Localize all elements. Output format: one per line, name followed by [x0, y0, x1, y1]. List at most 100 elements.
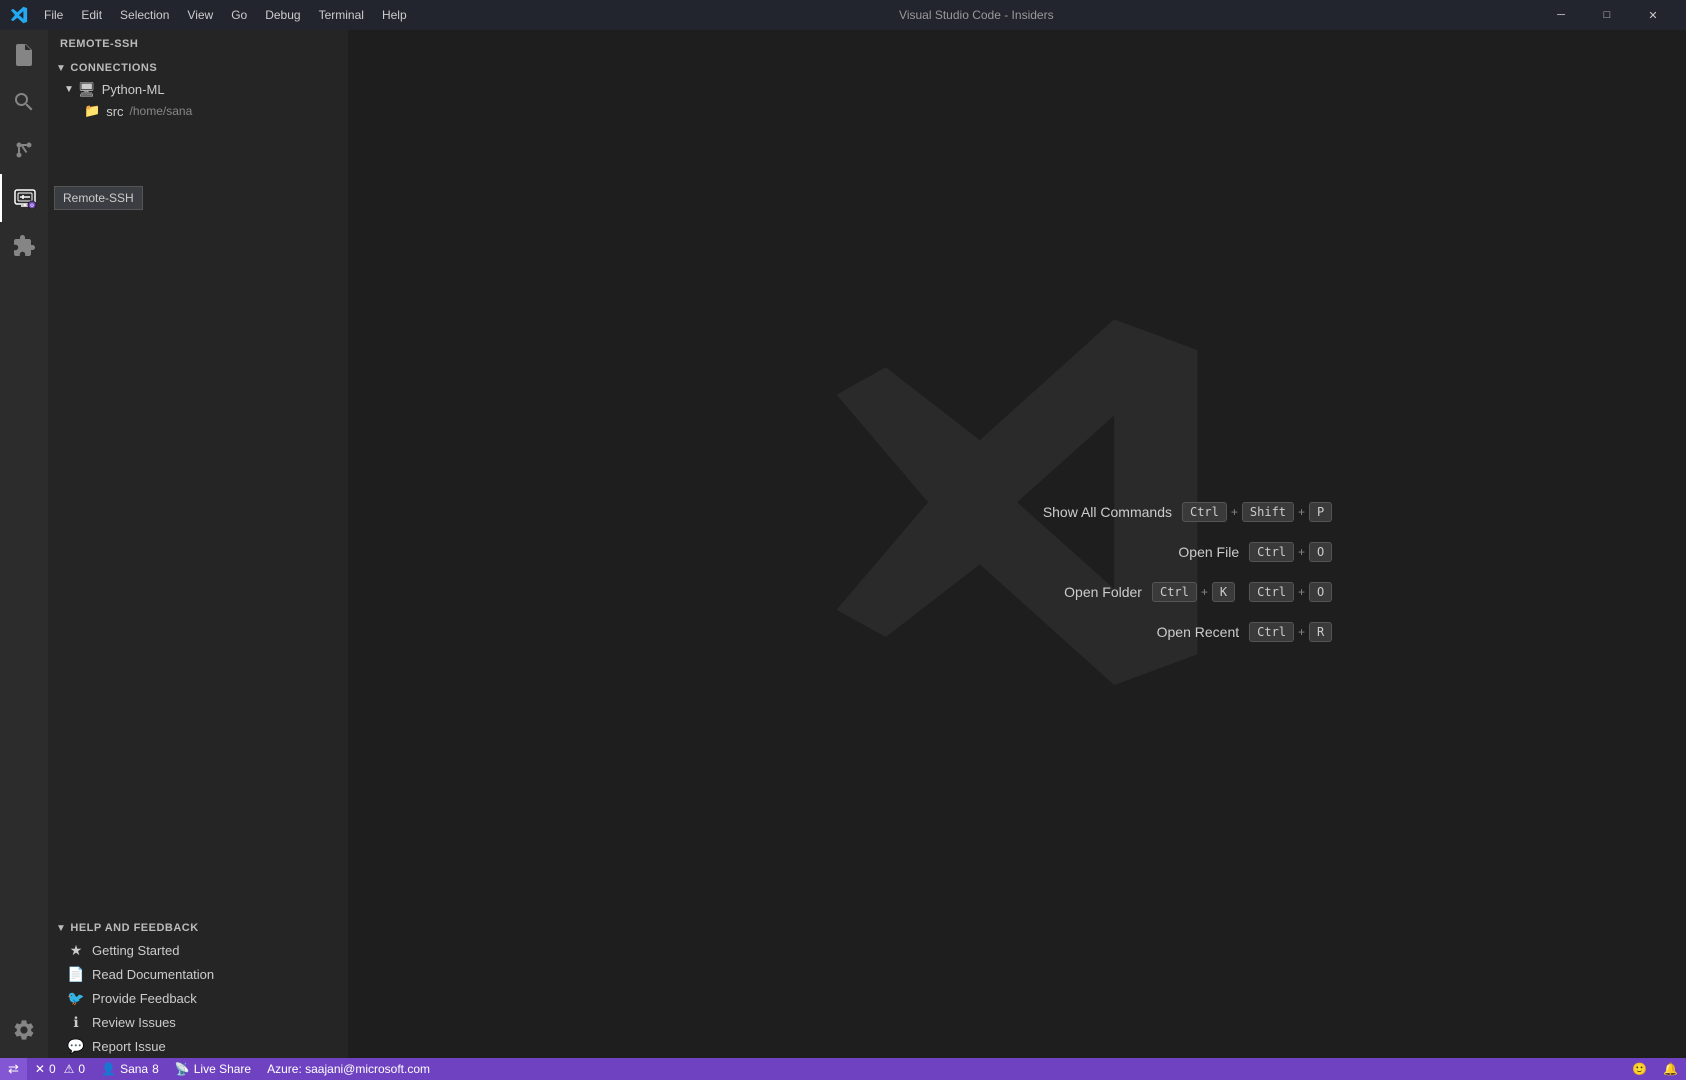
sidebar-title: REMOTE-SSH: [48, 30, 348, 58]
help-feedback-arrow: ▼: [56, 923, 66, 934]
menu-bar[interactable]: File Edit Selection View Go Debug Termin…: [36, 5, 415, 25]
open-folder-label: Open Folder: [982, 584, 1142, 600]
computer-icon: 🖥: [78, 81, 96, 98]
status-bar-right: 🙂 🔔: [1624, 1058, 1686, 1080]
book-icon: 📄: [68, 966, 84, 983]
error-icon: ✕: [35, 1062, 45, 1076]
minimize-button[interactable]: ─: [1538, 0, 1584, 30]
status-smiley[interactable]: 🙂: [1624, 1058, 1655, 1080]
activity-remote-ssh[interactable]: ⚙ Remote-SSH: [0, 174, 48, 222]
status-azure[interactable]: Azure: saajani@microsoft.com: [259, 1058, 438, 1080]
sidebar-spacer: [48, 122, 348, 918]
status-bell[interactable]: 🔔: [1655, 1058, 1686, 1080]
open-file-keys: Ctrl + O: [1249, 542, 1332, 562]
provide-feedback-label: Provide Feedback: [92, 991, 197, 1006]
user-count: 8: [152, 1062, 159, 1076]
review-issues-item[interactable]: ℹ Review Issues: [48, 1010, 348, 1034]
show-commands-label: Show All Commands: [1012, 504, 1172, 520]
activity-bar: ⚙ Remote-SSH: [0, 30, 48, 1058]
connections-arrow: ▼: [56, 63, 66, 74]
kbd-k: K: [1212, 582, 1235, 602]
open-recent-label: Open Recent: [1079, 624, 1239, 640]
sidebar: REMOTE-SSH ▼ CONNECTIONS ▼ 🖥 Python-ML 📁…: [48, 30, 348, 1058]
activity-settings[interactable]: [0, 1006, 48, 1054]
menu-debug[interactable]: Debug: [257, 5, 308, 25]
remote-indicator[interactable]: ⇄: [0, 1058, 27, 1080]
files-icon: [12, 42, 36, 66]
azure-label: Azure: saajani@microsoft.com: [267, 1062, 430, 1076]
open-recent-keys: Ctrl + R: [1249, 622, 1332, 642]
status-user[interactable]: 👤 Sana 8: [93, 1058, 167, 1080]
editor-area: Show All Commands Ctrl + Shift + P Open …: [348, 30, 1686, 1058]
twitter-icon: 🐦: [68, 990, 84, 1007]
shortcut-show-commands: Show All Commands Ctrl + Shift + P: [982, 502, 1332, 522]
activity-extensions[interactable]: [0, 222, 48, 270]
kbd-ctrl-1: Ctrl: [1182, 502, 1227, 522]
warning-count: 0: [78, 1062, 85, 1076]
kbd-ctrl-2: Ctrl: [1249, 542, 1294, 562]
menu-terminal[interactable]: Terminal: [311, 5, 372, 25]
kbd-ctrl-4: Ctrl: [1249, 582, 1294, 602]
maximize-button[interactable]: □: [1584, 0, 1630, 30]
help-feedback-label: HELP AND FEEDBACK: [70, 922, 198, 934]
extensions-icon: [12, 234, 36, 258]
getting-started-item[interactable]: ★ Getting Started: [48, 938, 348, 962]
open-file-label: Open File: [1079, 544, 1239, 560]
python-ml-arrow: ▼: [64, 84, 74, 95]
open-folder-keys: Ctrl + K Ctrl + O: [1152, 582, 1332, 602]
status-liveshare[interactable]: 📡 Live Share: [167, 1058, 259, 1080]
welcome-shortcuts: Show All Commands Ctrl + Shift + P Open …: [982, 502, 1332, 642]
provide-feedback-item[interactable]: 🐦 Provide Feedback: [48, 986, 348, 1010]
src-label: src: [106, 104, 123, 119]
kbd-p: P: [1309, 502, 1332, 522]
python-ml-label: Python-ML: [102, 82, 165, 97]
shortcut-open-recent: Open Recent Ctrl + R: [982, 622, 1332, 642]
menu-file[interactable]: File: [36, 5, 71, 25]
tree-item-python-ml[interactable]: ▼ 🖥 Python-ML: [48, 78, 348, 100]
getting-started-label: Getting Started: [92, 943, 179, 958]
activity-source-control[interactable]: [0, 126, 48, 174]
title-bar: File Edit Selection View Go Debug Termin…: [0, 0, 1686, 30]
warning-icon: ⚠: [64, 1062, 75, 1076]
error-count: 0: [49, 1062, 56, 1076]
connections-section-header[interactable]: ▼ CONNECTIONS: [48, 58, 348, 78]
menu-edit[interactable]: Edit: [73, 5, 110, 25]
activity-explorer[interactable]: [0, 30, 48, 78]
menu-selection[interactable]: Selection: [112, 5, 177, 25]
read-documentation-item[interactable]: 📄 Read Documentation: [48, 962, 348, 986]
window-controls[interactable]: ─ □ ✕: [1538, 0, 1676, 30]
liveshare-icon: 📡: [175, 1062, 190, 1076]
status-bar: ⇄ ✕ 0 ⚠ 0 👤 Sana 8 📡 Live Share Azure: s…: [0, 1058, 1686, 1080]
user-name: Sana: [120, 1062, 148, 1076]
info-icon: ℹ: [68, 1014, 84, 1031]
tree-child-src[interactable]: 📁 src /home/sana: [48, 100, 348, 122]
vscode-logo-small: [10, 6, 28, 24]
activity-bar-bottom: [0, 1006, 48, 1058]
comment-icon: 💬: [68, 1038, 84, 1055]
help-feedback-section-header[interactable]: ▼ HELP AND FEEDBACK: [48, 918, 348, 938]
status-errors[interactable]: ✕ 0 ⚠ 0: [27, 1058, 93, 1080]
smiley-icon: 🙂: [1632, 1062, 1647, 1076]
liveshare-label: Live Share: [194, 1062, 251, 1076]
kbd-ctrl-3: Ctrl: [1152, 582, 1197, 602]
main-area: ⚙ Remote-SSH REMOTE-SSH ▼ CONNECTIONS: [0, 30, 1686, 1058]
activity-search[interactable]: [0, 78, 48, 126]
show-commands-keys: Ctrl + Shift + P: [1182, 502, 1332, 522]
src-path: /home/sana: [130, 104, 193, 118]
user-icon: 👤: [101, 1062, 116, 1076]
report-issue-label: Report Issue: [92, 1039, 166, 1054]
kbd-o2: O: [1309, 582, 1332, 602]
shortcut-open-file: Open File Ctrl + O: [982, 542, 1332, 562]
menu-help[interactable]: Help: [374, 5, 415, 25]
source-control-icon: [12, 138, 36, 162]
folder-icon: 📁: [84, 103, 100, 119]
read-documentation-label: Read Documentation: [92, 967, 214, 982]
kbd-ctrl-5: Ctrl: [1249, 622, 1294, 642]
remote-ssh-icon: ⚙: [13, 186, 37, 210]
review-issues-label: Review Issues: [92, 1015, 176, 1030]
menu-view[interactable]: View: [179, 5, 221, 25]
report-issue-item[interactable]: 💬 Report Issue: [48, 1034, 348, 1058]
menu-go[interactable]: Go: [223, 5, 255, 25]
shortcut-open-folder: Open Folder Ctrl + K Ctrl + O: [982, 582, 1332, 602]
close-button[interactable]: ✕: [1630, 0, 1676, 30]
